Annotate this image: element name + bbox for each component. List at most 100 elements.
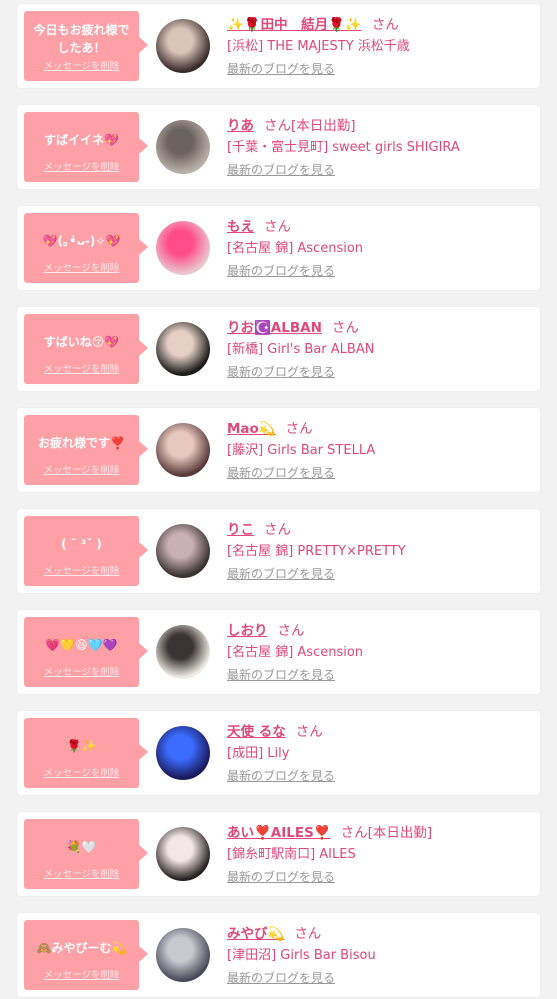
avatar[interactable] xyxy=(156,928,210,982)
list-item: お疲れ様です❣️ メッセージを削除 Mao💫 さん [藤沢] Girls Bar … xyxy=(17,408,540,492)
profile-name-link[interactable]: みやび💫 xyxy=(227,926,284,942)
profile-name-link[interactable]: 天使 るな xyxy=(227,724,286,740)
honorific-label: さん xyxy=(294,926,322,942)
name-line: あい❣️AILES❣️ さん[本日出勤] xyxy=(227,821,432,841)
avatar[interactable] xyxy=(156,625,210,679)
message-bubble: 今日もお疲れ様でしたあ！ メッセージを削除 xyxy=(24,11,148,81)
avatar[interactable] xyxy=(156,726,210,780)
delete-message-link[interactable]: メッセージを削除 xyxy=(24,58,139,72)
honorific-label: さん xyxy=(277,623,305,639)
delete-message-link[interactable]: メッセージを削除 xyxy=(24,765,139,779)
message-bubble: ( ˘ ³˘ ) メッセージを削除 xyxy=(24,516,148,586)
list-item: 💖(｡•̀ᴗ-)✧💖 メッセージを削除 もえ さん [名古屋 錦] Ascensi… xyxy=(17,206,540,290)
status-tag: [本日出勤] xyxy=(291,118,356,134)
avatar[interactable] xyxy=(156,524,210,578)
shop-label: [名古屋 錦] Ascension xyxy=(227,645,364,660)
message-bubble: すばいね😚💖 メッセージを削除 xyxy=(24,314,148,384)
profile-name-link[interactable]: もえ xyxy=(227,219,254,235)
name-line: Mao💫 さん xyxy=(227,417,313,437)
list-item: すばイイネ💖 メッセージを削除 りあ さん[本日出勤] [千葉・富士見町] swe… xyxy=(17,105,540,189)
list-item: 💗💛😆🩵💜 メッセージを削除 しおり さん [名古屋 錦] Ascension 最… xyxy=(17,610,540,694)
profile-name-link[interactable]: りあ xyxy=(227,118,254,134)
profile-name-link[interactable]: あい❣️AILES❣️ xyxy=(227,825,331,841)
honorific-label: さん xyxy=(264,219,291,235)
list-item: 🙈みやびーむ💫 メッセージを削除 みやび💫 さん [津田沼] Girls Bar … xyxy=(17,913,540,997)
profile-name-link[interactable]: しおり xyxy=(227,623,268,639)
shop-label: [千葉・富士見町] sweet girls SHIGIRA xyxy=(227,140,460,155)
delete-message-link[interactable]: メッセージを削除 xyxy=(24,866,139,880)
message-text: お疲れ様です❣️ xyxy=(38,436,125,450)
message-bubble: お疲れ様です❣️ メッセージを削除 xyxy=(24,415,148,485)
message-text: 🌹✨ xyxy=(66,739,97,753)
name-line: もえ さん xyxy=(227,215,291,235)
avatar[interactable] xyxy=(156,19,210,73)
shop-label: [名古屋 錦] PRETTY×PRETTY xyxy=(227,544,406,559)
delete-message-link[interactable]: メッセージを削除 xyxy=(24,159,139,173)
name-line: りお☪️ALBAN さん xyxy=(227,316,359,336)
name-line: 天使 るな さん xyxy=(227,720,323,740)
message-text: 🙈みやびーむ💫 xyxy=(36,941,127,955)
name-line: りこ さん xyxy=(227,518,291,538)
delete-message-link[interactable]: メッセージを削除 xyxy=(24,462,139,476)
honorific-label: さん xyxy=(264,118,291,134)
latest-blog-link[interactable]: 最新のブログを見る xyxy=(227,363,335,380)
list-item: 💐🤍 メッセージを削除 あい❣️AILES❣️ さん[本日出勤] [錦糸町駅南口]… xyxy=(17,812,540,896)
honorific-label: さん xyxy=(331,320,359,336)
avatar[interactable] xyxy=(156,423,210,477)
shop-label: [新橋] Girl's Bar ALBAN xyxy=(227,342,375,357)
message-text: 💖(｡•̀ᴗ-)✧💖 xyxy=(42,234,121,248)
message-bubble: すばイイネ💖 メッセージを削除 xyxy=(24,112,148,182)
shop-label: [藤沢] Girls Bar STELLA xyxy=(227,443,376,458)
shop-label: [津田沼] Girls Bar Bisou xyxy=(227,948,376,963)
delete-message-link[interactable]: メッセージを削除 xyxy=(24,664,139,678)
message-text: 💗💛😆🩵💜 xyxy=(45,638,118,652)
message-bubble: 🌹✨ メッセージを削除 xyxy=(24,718,148,788)
list-item: 今日もお疲れ様でしたあ！ メッセージを削除 ✨🌹田中 結月🌹✨ さん [浜松] T… xyxy=(17,4,540,88)
name-line: りあ さん[本日出勤] xyxy=(227,114,356,134)
name-line: ✨🌹田中 結月🌹✨ さん xyxy=(227,13,399,33)
latest-blog-link[interactable]: 最新のブログを見る xyxy=(227,60,335,77)
name-line: しおり さん xyxy=(227,619,305,639)
list-item: すばいね😚💖 メッセージを削除 りお☪️ALBAN さん [新橋] Girl's … xyxy=(17,307,540,391)
honorific-label: さん xyxy=(340,825,368,841)
avatar[interactable] xyxy=(156,322,210,376)
delete-message-link[interactable]: メッセージを削除 xyxy=(24,260,139,274)
list-item: ( ˘ ³˘ ) メッセージを削除 りこ さん [名古屋 錦] PRETTY×PR… xyxy=(17,509,540,593)
message-text: 💐🤍 xyxy=(66,840,97,854)
shop-label: [錦糸町駅南口] AILES xyxy=(227,847,356,862)
message-text: すばいね😚💖 xyxy=(43,335,120,349)
message-text: すばイイネ💖 xyxy=(44,133,119,147)
status-tag: [本日出勤] xyxy=(367,825,433,841)
name-line: みやび💫 さん xyxy=(227,922,321,942)
latest-blog-link[interactable]: 最新のブログを見る xyxy=(227,565,335,582)
honorific-label: さん xyxy=(295,724,323,740)
latest-blog-link[interactable]: 最新のブログを見る xyxy=(227,969,335,986)
profile-name-link[interactable]: ✨🌹田中 結月🌹✨ xyxy=(227,17,362,33)
latest-blog-link[interactable]: 最新のブログを見る xyxy=(227,868,335,885)
avatar[interactable] xyxy=(156,827,210,881)
message-bubble: 🙈みやびーむ💫 メッセージを削除 xyxy=(24,920,148,990)
latest-blog-link[interactable]: 最新のブログを見る xyxy=(227,464,335,481)
honorific-label: さん xyxy=(264,522,291,538)
message-bubble: 💗💛😆🩵💜 メッセージを削除 xyxy=(24,617,148,687)
profile-name-link[interactable]: Mao💫 xyxy=(227,421,276,437)
message-bubble: 💖(｡•̀ᴗ-)✧💖 メッセージを削除 xyxy=(24,213,148,283)
profile-name-link[interactable]: りこ xyxy=(227,522,254,538)
honorific-label: さん xyxy=(285,421,313,437)
shop-label: [浜松] THE MAJESTY 浜松千歳 xyxy=(227,39,410,54)
delete-message-link[interactable]: メッセージを削除 xyxy=(24,563,139,577)
profile-name-link[interactable]: りお☪️ALBAN xyxy=(227,320,322,336)
delete-message-link[interactable]: メッセージを削除 xyxy=(24,967,139,981)
list-item: 🌹✨ メッセージを削除 天使 るな さん [成田] Lily 最新のブログを見る xyxy=(17,711,540,795)
latest-blog-link[interactable]: 最新のブログを見る xyxy=(227,262,335,279)
message-text: 今日もお疲れ様でしたあ！ xyxy=(33,23,130,55)
latest-blog-link[interactable]: 最新のブログを見る xyxy=(227,161,335,178)
delete-message-link[interactable]: メッセージを削除 xyxy=(24,361,139,375)
shop-label: [名古屋 錦] Ascension xyxy=(227,241,364,256)
avatar[interactable] xyxy=(156,221,210,275)
latest-blog-link[interactable]: 最新のブログを見る xyxy=(227,767,335,784)
latest-blog-link[interactable]: 最新のブログを見る xyxy=(227,666,335,683)
avatar[interactable] xyxy=(156,120,210,174)
honorific-label: さん xyxy=(371,17,399,33)
message-text: ( ˘ ³˘ ) xyxy=(61,537,102,551)
